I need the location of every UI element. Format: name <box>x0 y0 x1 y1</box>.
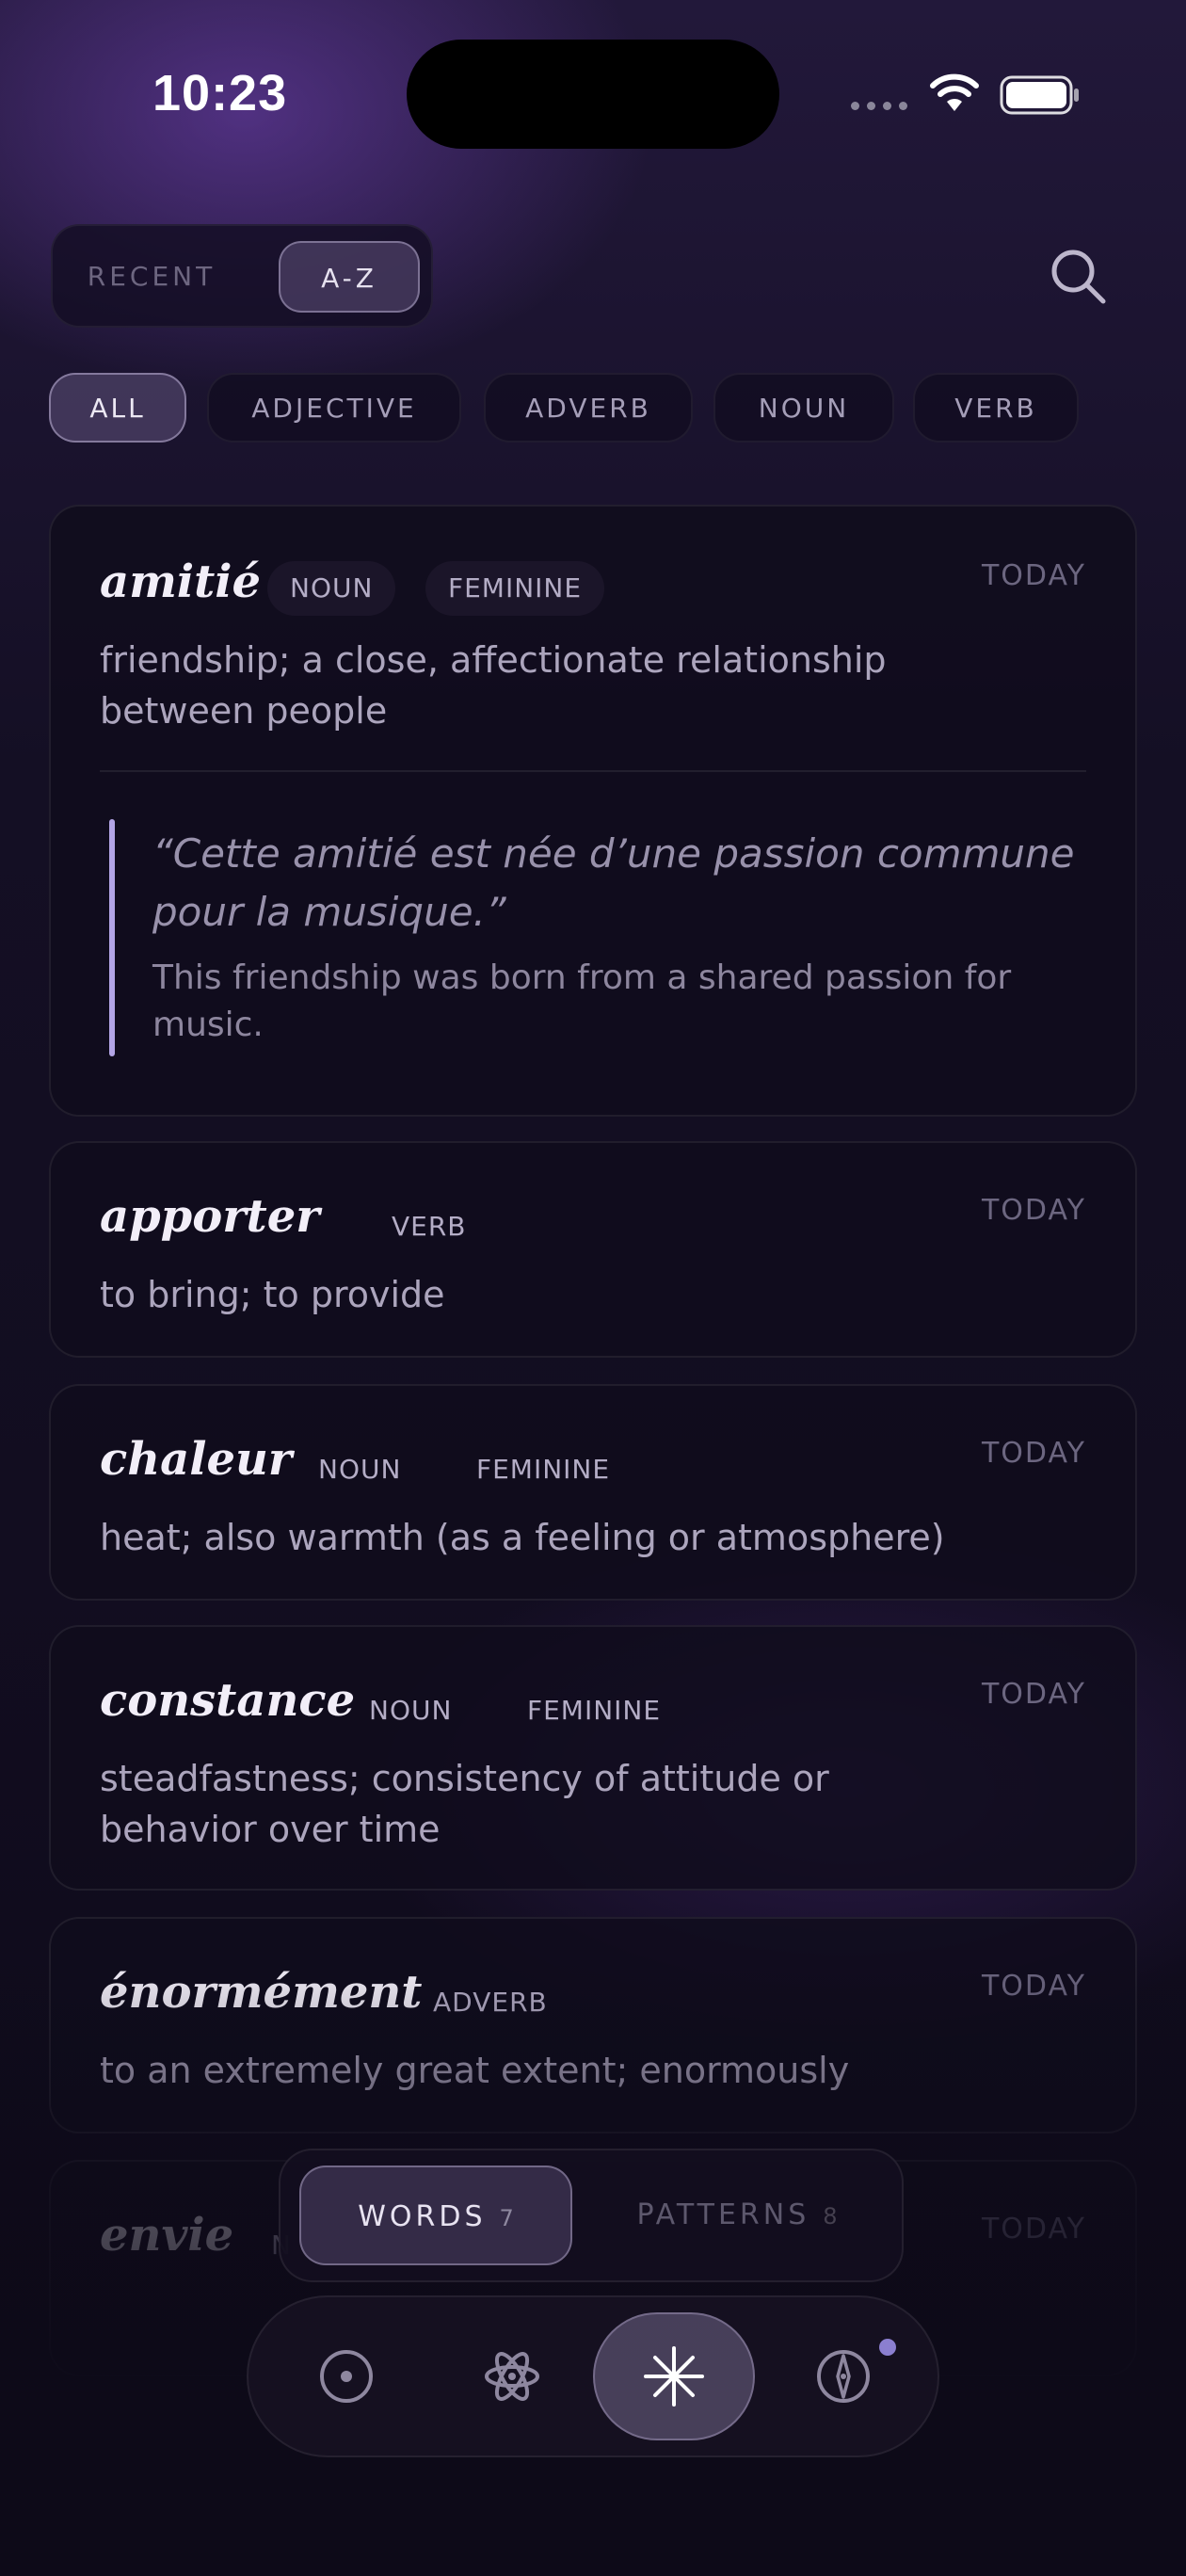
filter-chip-adverb[interactable]: ADVERB <box>484 373 693 443</box>
example-quote: “Cette amitié est née d’une passion comm… <box>152 830 1075 935</box>
tab-compass[interactable] <box>800 2333 887 2420</box>
word-card-enormement[interactable]: énormément ADVERB TODAY to an extremely … <box>49 1917 1137 2133</box>
dynamic-island <box>407 40 779 149</box>
word-title: envie <box>100 2209 234 2262</box>
date-label: TODAY <box>981 559 1086 592</box>
sort-recent-button[interactable]: RECENT <box>62 241 241 313</box>
filter-chip-verb[interactable]: VERB <box>913 373 1079 443</box>
atom-icon <box>485 2352 539 2401</box>
filter-chip-all[interactable]: ALL <box>49 373 186 443</box>
patterns-label: PATTERNS <box>636 2198 810 2231</box>
gender-tag: FEMININE <box>425 561 605 616</box>
pos-tag: NOUN <box>369 1695 453 1726</box>
bottom-tab-bar <box>247 2295 939 2457</box>
word-card-amitie[interactable]: amitié NOUN FEMININE TODAY friendship; a… <box>49 505 1137 1117</box>
patterns-tab[interactable]: PATTERNS 8 <box>591 2165 883 2265</box>
tab-target[interactable] <box>303 2333 390 2420</box>
search-button[interactable] <box>1049 247 1109 307</box>
words-count: 7 <box>499 2205 514 2231</box>
compass-icon <box>817 2350 870 2403</box>
wifi-icon <box>930 73 979 111</box>
date-label: TODAY <box>981 1437 1086 1470</box>
pos-tag: VERB <box>392 1211 467 1242</box>
word-card-constance[interactable]: constance NOUN FEMININE TODAY steadfastn… <box>49 1625 1137 1891</box>
word-title: apporter <box>100 1190 320 1243</box>
gender-tag: FEMININE <box>476 1454 611 1485</box>
words-patterns-switch: WORDS 7 PATTERNS 8 <box>279 2149 904 2282</box>
definition: heat; also warmth (as a feeling or atmos… <box>100 1517 945 1558</box>
pos-tag: ADVERB <box>433 1987 548 2018</box>
quote-accent-bar <box>109 819 115 1056</box>
gender-tag: FEMININE <box>527 1695 662 1726</box>
definition: to bring; to provide <box>100 1274 445 1315</box>
target-icon <box>320 2350 373 2403</box>
word-title: énormément <box>100 1966 423 2019</box>
words-label: WORDS <box>358 2200 487 2233</box>
cellular-signal-icon <box>851 102 907 110</box>
sparkle-icon <box>644 2346 704 2407</box>
divider <box>100 770 1086 772</box>
definition: steadfastness; consistency of attitude o… <box>100 1758 829 1850</box>
search-icon <box>1051 250 1106 304</box>
word-title: chaleur <box>100 1433 293 1486</box>
tab-sparkle[interactable] <box>593 2312 755 2440</box>
filter-chip-adjective[interactable]: ADJECTIVE <box>207 373 461 443</box>
sort-toggle: RECENT A-Z <box>51 224 433 328</box>
battery-icon <box>1000 75 1079 115</box>
definition: friendship; a close, affectionate relati… <box>100 639 887 732</box>
pos-tag: NOUN <box>267 561 396 616</box>
sort-az-button[interactable]: A-Z <box>279 241 420 313</box>
definition: to an extremely great extent; enormously <box>100 2050 850 2091</box>
status-time: 10:23 <box>152 65 288 121</box>
word-title: amitié <box>100 555 262 608</box>
notification-dot <box>879 2339 896 2356</box>
word-title: constance <box>100 1674 356 1727</box>
example-translation: This friendship was born from a shared p… <box>152 958 1012 1044</box>
patterns-count: 8 <box>823 2203 838 2230</box>
filter-chip-noun[interactable]: NOUN <box>713 373 894 443</box>
word-card-apporter[interactable]: apporter VERB TODAY to bring; to provide <box>49 1141 1137 1358</box>
date-label: TODAY <box>981 1970 1086 2003</box>
word-card-chaleur[interactable]: chaleur NOUN FEMININE TODAY heat; also w… <box>49 1384 1137 1601</box>
pos-tag: NOUN <box>318 1454 402 1485</box>
date-label: TODAY <box>981 2213 1086 2246</box>
tab-atom[interactable] <box>469 2333 555 2420</box>
date-label: TODAY <box>981 1194 1086 1227</box>
words-tab[interactable]: WORDS 7 <box>299 2165 572 2265</box>
date-label: TODAY <box>981 1678 1086 1711</box>
